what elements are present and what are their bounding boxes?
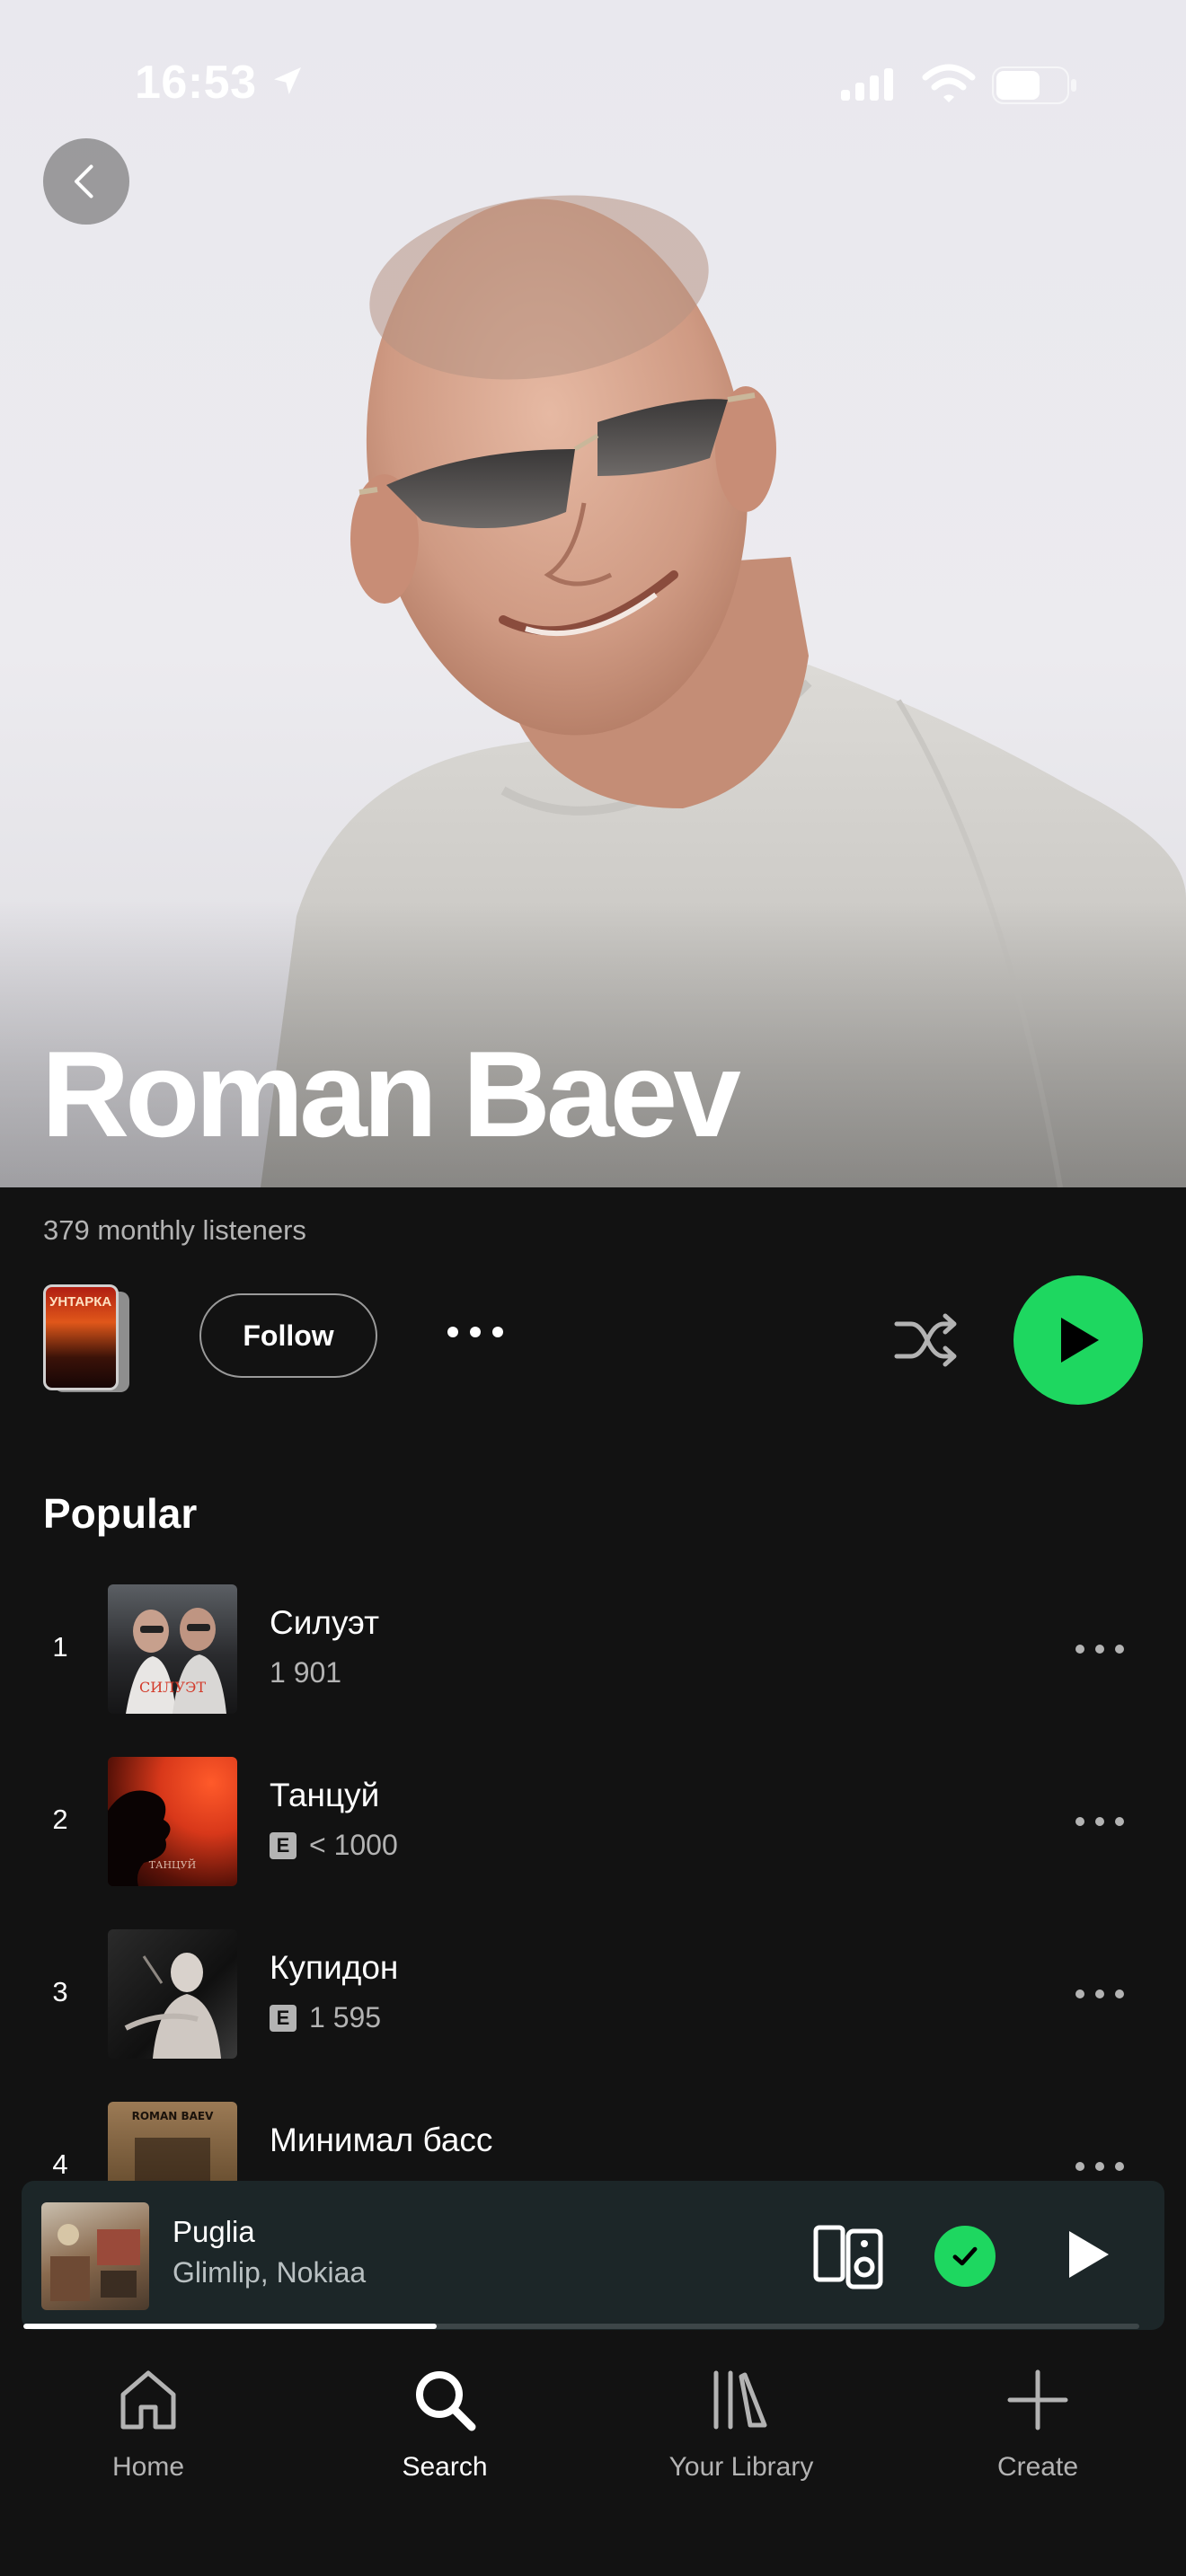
track-rank: 2 (52, 1804, 68, 1835)
chevron-left-icon (74, 164, 93, 198)
artist-actions: УНТАРКА Follow (0, 1275, 1186, 1405)
status-time: 16:53 (135, 57, 257, 109)
track-more-icon[interactable] (1073, 1640, 1127, 1658)
track-more-icon[interactable] (1073, 1813, 1127, 1831)
latest-release-thumbnail[interactable]: УНТАРКА (43, 1284, 133, 1399)
back-button[interactable] (43, 138, 129, 225)
track-cover-art: ТАНЦУЙ (108, 1790, 196, 1886)
play-icon (1061, 1318, 1099, 1363)
track-cover: СИЛУЭТ (108, 1584, 237, 1714)
library-icon (713, 2370, 767, 2430)
cover-text: ROMAN BAEV (132, 2110, 215, 2122)
play-button[interactable] (1013, 1275, 1143, 1405)
track-cover-art (124, 1953, 221, 2059)
track-rank: 3 (52, 1976, 68, 2007)
follow-button[interactable]: Follow (199, 1293, 377, 1378)
now-playing-bar[interactable]: Puglia Glimlip, Nokiaa (22, 2181, 1164, 2330)
track-plays: 1 595 (309, 2001, 382, 2033)
track-rank: 4 (52, 2148, 68, 2180)
saved-check-button[interactable] (934, 2226, 996, 2287)
battery-icon (992, 66, 1076, 104)
location-arrow-icon (274, 67, 301, 94)
plus-icon (1007, 2369, 1068, 2430)
check-icon (952, 2246, 978, 2266)
nav-create[interactable]: Create (925, 2362, 1150, 2483)
wifi-icon (922, 64, 976, 102)
playback-progress[interactable] (23, 2324, 1139, 2329)
release-thumb-text: УНТАРКА (49, 1294, 112, 1310)
track-cover: ТАНЦУЙ (108, 1757, 237, 1886)
popular-heading: Popular (43, 1490, 198, 1537)
nav-search[interactable]: Search (332, 2362, 557, 2483)
playback-progress-fill (23, 2324, 437, 2329)
track-cover-art: СИЛУЭТ (126, 1608, 226, 1714)
track-plays-row: E 1 595 (270, 2001, 381, 2034)
connect-device-icon[interactable] (812, 2222, 884, 2290)
track-more-icon[interactable] (1073, 1985, 1127, 2003)
cover-text: СИЛУЭТ (139, 1679, 206, 1696)
release-card-front: УНТАРКА (43, 1284, 119, 1390)
nav-create-label: Create (996, 2452, 1079, 2482)
search-icon (416, 2371, 476, 2431)
home-icon (120, 2370, 176, 2430)
nav-home-label: Home (111, 2452, 185, 2482)
track-more-icon[interactable] (1073, 2157, 1127, 2175)
track-row[interactable]: 1 СИЛУЭТ Силуэт 1 901 (0, 1574, 1186, 1746)
track-row[interactable]: 3 Купидон E 1 595 (0, 1919, 1186, 2091)
cover-text: ТАНЦУЙ (149, 1858, 196, 1871)
mini-play-icon[interactable] (1064, 2228, 1114, 2281)
signal-icon (841, 68, 893, 101)
more-options-icon[interactable] (444, 1319, 507, 1345)
track-rank: 1 (52, 1631, 68, 1663)
nav-search-label: Search (402, 2452, 488, 2482)
track-cover (108, 1929, 237, 2059)
explicit-badge: E (270, 1831, 296, 1859)
artist-hero: 16:53 Roman Baev (0, 0, 1186, 1187)
nav-library[interactable]: Your Library (629, 2362, 854, 2483)
track-title: Купидон (270, 1949, 399, 1986)
track-title: Танцуй (270, 1777, 380, 1813)
now-playing-cover (41, 2202, 149, 2310)
now-playing-artist: Glimlip, Nokiaa (173, 2256, 367, 2289)
artist-name: Roman Baev (41, 1026, 741, 1162)
track-plays: 1 901 (270, 1656, 342, 1689)
status-bar: 16:53 (0, 0, 1186, 171)
now-playing-cover-art (50, 2224, 140, 2301)
now-playing-title: Puglia (173, 2215, 255, 2248)
nav-home[interactable]: Home (36, 2362, 261, 2483)
shuffle-icon[interactable] (893, 1311, 961, 1369)
track-title: Минимал басс (270, 2122, 493, 2158)
track-plays: < 1000 (309, 1829, 398, 1861)
track-row[interactable]: 2 ТАНЦУЙ Танцуй E < 1000 (0, 1746, 1186, 1919)
track-title: Силуэт (270, 1604, 380, 1641)
nav-library-label: Your Library (668, 2452, 814, 2482)
track-plays-row: E < 1000 (270, 1829, 398, 1862)
bottom-navigation: Home Search Your Library Create (0, 2335, 1186, 2576)
track-plays-row: 1 901 (270, 1656, 341, 1689)
monthly-listeners: 379 monthly listeners (43, 1214, 306, 1246)
explicit-badge: E (270, 2004, 296, 2032)
